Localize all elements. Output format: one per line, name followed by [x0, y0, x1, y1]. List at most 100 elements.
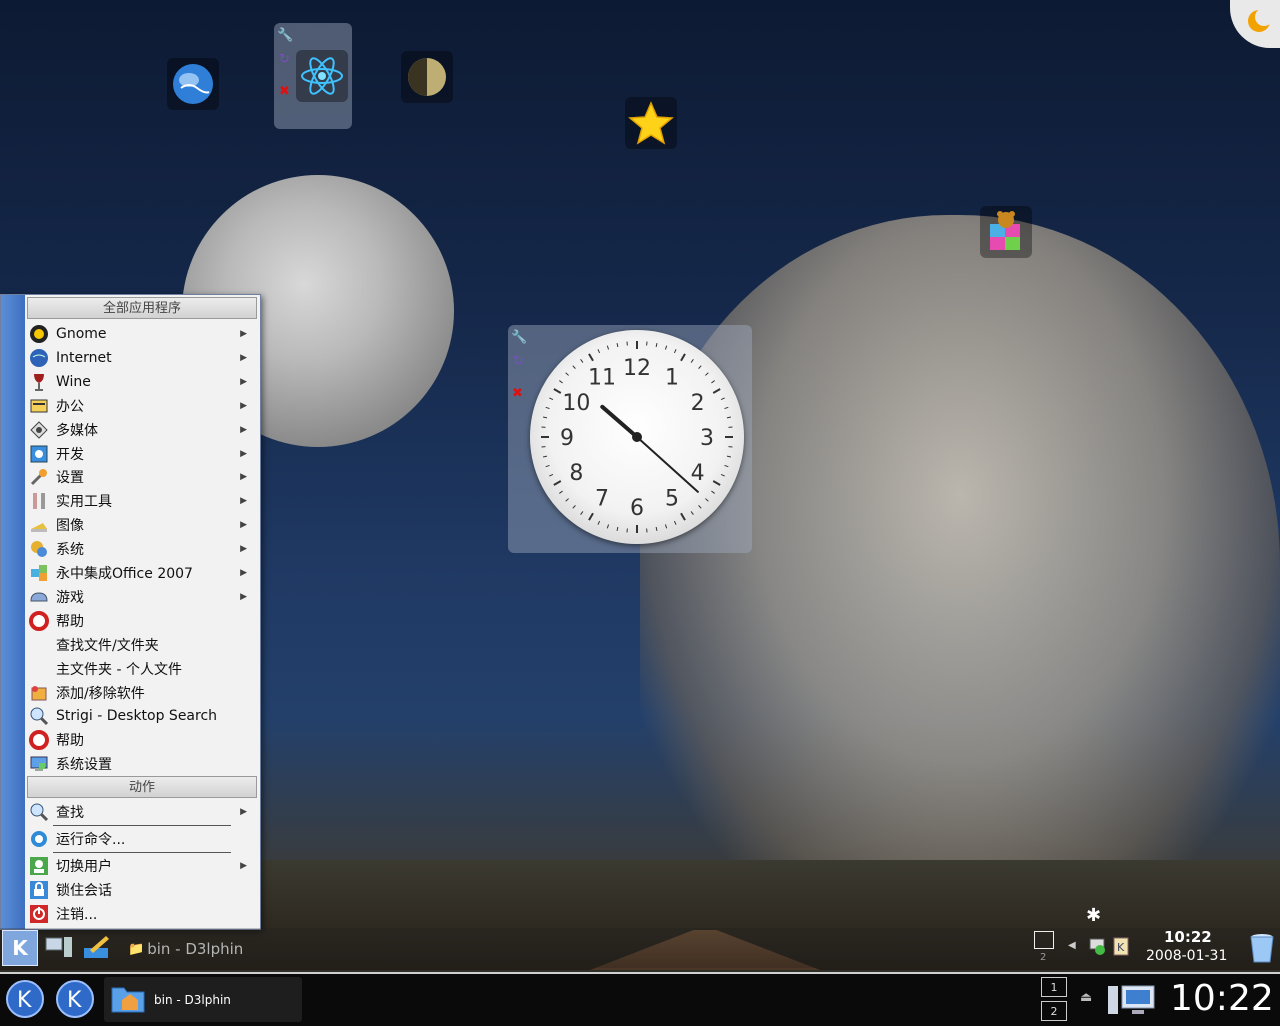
- my-computer-icon[interactable]: [1106, 982, 1158, 1018]
- clock-tick: [674, 349, 676, 353]
- wrench-icon: [28, 467, 50, 487]
- bottom-clock-time[interactable]: 10:22: [1170, 978, 1274, 1019]
- clock-tick: [724, 465, 728, 466]
- network-tray-icon[interactable]: [1088, 936, 1108, 956]
- clock-tick: [721, 398, 725, 400]
- clock-tick: [546, 465, 550, 466]
- lifebuoy-icon: [28, 611, 50, 631]
- menu-item[interactable]: 系统▶: [27, 537, 257, 561]
- system-monitor-icon[interactable]: [42, 932, 76, 964]
- menu-item[interactable]: Strigi - Desktop Search: [27, 704, 257, 728]
- menu-item[interactable]: 切换用户▶: [27, 854, 257, 878]
- klipper-tray-icon[interactable]: K: [1112, 936, 1130, 956]
- menu-item[interactable]: 开发▶: [27, 442, 257, 466]
- blank-icon: [28, 659, 50, 679]
- star-icon[interactable]: [625, 97, 677, 149]
- clock-tick: [573, 366, 576, 369]
- folder-icon: 📁: [128, 942, 144, 957]
- menu-item[interactable]: 帮助: [27, 609, 257, 633]
- atom-icon[interactable]: [296, 50, 348, 102]
- taskbar-entry-label: bin - D3lphin: [154, 993, 231, 1007]
- menu-item[interactable]: 帮助: [27, 728, 257, 752]
- widget-rotate-icon[interactable]: ↻: [279, 52, 290, 67]
- menu-item[interactable]: 设置▶: [27, 465, 257, 489]
- clock-tick: [554, 389, 561, 393]
- menu-item[interactable]: 多媒体 ▶: [27, 418, 257, 442]
- submenu-arrow-icon: ▶: [240, 425, 247, 435]
- kde-launcher-button[interactable]: K: [4, 978, 46, 1020]
- menu-item[interactable]: Wine▶: [27, 370, 257, 394]
- clock-tick: [691, 511, 693, 514]
- menu-item-label: 图像: [56, 515, 84, 535]
- menu-item[interactable]: 图像▶: [27, 513, 257, 537]
- menu-item-label: 查找文件/文件夹: [56, 635, 159, 655]
- clock-number: 7: [595, 487, 609, 512]
- taskbar-dolphin-entry[interactable]: bin - D3lphin: [104, 977, 302, 1022]
- clock-tick: [581, 511, 583, 514]
- clock-close-icon[interactable]: ✖: [512, 386, 523, 401]
- submenu-arrow-icon: ▶: [240, 544, 247, 554]
- office-icon: [28, 396, 50, 416]
- pager-desktop-2[interactable]: 2: [1041, 1001, 1067, 1021]
- toy-cube-icon[interactable]: [980, 206, 1032, 258]
- menu-item[interactable]: 游戏▶: [27, 585, 257, 609]
- clock-tick: [699, 505, 702, 508]
- menu-item[interactable]: 查找文件/文件夹: [27, 633, 257, 657]
- pager-number[interactable]: 2: [1040, 952, 1046, 963]
- window-list-item[interactable]: 📁 bin - D3lphin: [128, 940, 243, 958]
- menu-item-label: 多媒体: [56, 420, 98, 440]
- multimedia-icon: [28, 420, 50, 440]
- clock-tick: [607, 524, 608, 528]
- clock-tick: [546, 407, 550, 408]
- top-clock-date[interactable]: 2008-01-31: [1146, 948, 1227, 964]
- kate-editor-icon[interactable]: [80, 932, 114, 964]
- clock-rotate-icon[interactable]: ↻: [513, 354, 524, 369]
- submenu-arrow-icon: ▶: [240, 807, 247, 817]
- desktop-toolbox-icon[interactable]: [1230, 0, 1280, 48]
- widget-close-icon[interactable]: ✖: [279, 84, 290, 99]
- menu-item-label: 帮助: [56, 730, 84, 750]
- clock-tick: [711, 491, 714, 493]
- menu-sidebar-strip: [1, 295, 25, 929]
- clock-number: 11: [588, 365, 616, 390]
- menu-item[interactable]: 锁住会话: [27, 878, 257, 902]
- clock-tick: [656, 527, 657, 531]
- svg-text:K: K: [1117, 941, 1125, 954]
- pager-desktop-1[interactable]: 1: [1041, 977, 1067, 997]
- clock-dial: 121234567891011: [530, 330, 744, 544]
- device-notifier-icon[interactable]: ⏏: [1080, 990, 1092, 1005]
- menu-item[interactable]: 添加/移除软件: [27, 681, 257, 705]
- clock-tick: [559, 381, 562, 383]
- menu-item[interactable]: 永中集成Office 2007▶: [27, 561, 257, 585]
- clock-tick: [699, 366, 702, 369]
- menu-item[interactable]: 运行命令...: [27, 827, 257, 851]
- logout-icon: [28, 904, 50, 924]
- kde-settings-button[interactable]: K: [54, 978, 96, 1020]
- penguin-tray-icon[interactable]: ✱: [1086, 905, 1101, 926]
- clock-tick: [549, 474, 553, 476]
- top-clock-time[interactable]: 10:22: [1164, 928, 1212, 946]
- menu-item[interactable]: 主文件夹 - 个人文件: [27, 657, 257, 681]
- menu-item-label: Gnome: [56, 326, 107, 342]
- kmenu-button[interactable]: K: [2, 930, 38, 966]
- clock-tick: [554, 481, 561, 485]
- moon-phase-icon[interactable]: [401, 51, 453, 103]
- run-command-icon: [28, 829, 50, 849]
- clock-tick: [721, 474, 725, 476]
- clock-tick: [681, 513, 685, 520]
- globe-icon[interactable]: [167, 58, 219, 110]
- widget-settings-icon[interactable]: 🔧: [277, 28, 293, 43]
- menu-item[interactable]: Gnome▶: [27, 322, 257, 346]
- clock-settings-icon[interactable]: 🔧: [511, 330, 527, 345]
- tray-arrow-icon[interactable]: ◀: [1068, 940, 1076, 951]
- menu-item[interactable]: 注销...: [27, 902, 257, 926]
- trash-icon[interactable]: [1248, 932, 1276, 964]
- menu-item[interactable]: Internet▶: [27, 346, 257, 370]
- menu-item[interactable]: 系统设置: [27, 752, 257, 776]
- menu-item[interactable]: 办公▶: [27, 394, 257, 418]
- pager-square[interactable]: [1034, 931, 1054, 949]
- submenu-arrow-icon: ▶: [240, 377, 247, 387]
- clock-tick: [691, 359, 693, 362]
- menu-item[interactable]: 实用工具▶: [27, 489, 257, 513]
- menu-item[interactable]: 查找▶: [27, 800, 257, 824]
